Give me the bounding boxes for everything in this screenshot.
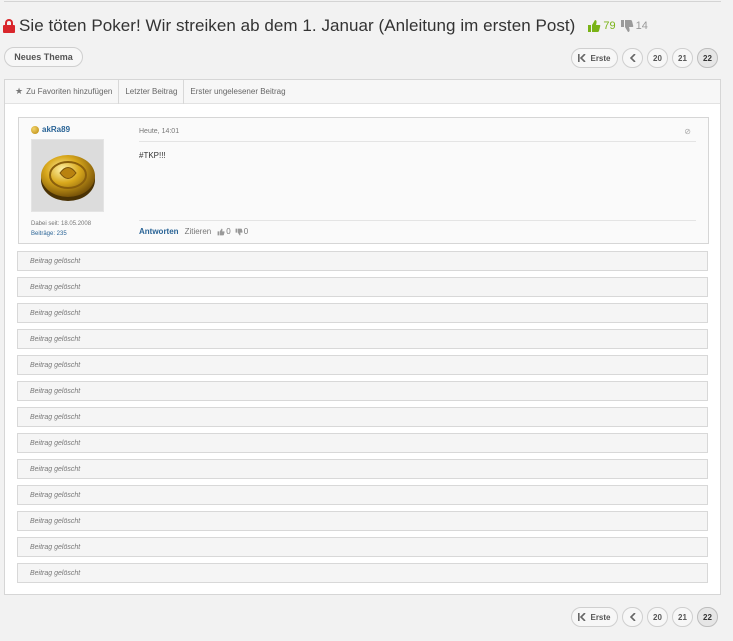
page-21-button[interactable]: 21 <box>672 48 693 68</box>
pagination-bottom: Erste 20 21 22 <box>571 607 718 627</box>
page-20-button[interactable]: 20 <box>647 607 668 627</box>
post-options-icon[interactable]: ⊘ <box>684 127 691 136</box>
quote-button[interactable]: Zitieren <box>185 227 212 236</box>
deleted-post: Beitrag gelöscht <box>17 355 708 375</box>
post-author[interactable]: akRa89 <box>31 125 70 134</box>
member-post-count[interactable]: Beiträge: 235 <box>31 229 91 239</box>
post-like-button[interactable]: 0 <box>217 227 231 236</box>
page-22-button[interactable]: 22 <box>697 607 718 627</box>
thumbs-up-icon <box>588 20 601 32</box>
deleted-post: Beitrag gelöscht <box>17 433 708 453</box>
thumbs-down-icon <box>235 228 243 235</box>
add-favorite-label: Zu Favoriten hinzufügen <box>26 87 113 96</box>
first-page-label: Erste <box>590 53 611 63</box>
chevron-left-icon <box>629 613 636 621</box>
first-unread-link[interactable]: Erster ungelesener Beitrag <box>190 80 291 104</box>
lock-icon <box>3 19 15 33</box>
thread-panel: ★ Zu Favoriten hinzufügen Letzter Beitra… <box>4 79 721 595</box>
deleted-post: Beitrag gelöscht <box>17 329 708 349</box>
star-icon: ★ <box>15 86 24 96</box>
thread-title: Sie töten Poker! Wir streiken ab dem 1. … <box>19 16 576 35</box>
author-name: akRa89 <box>42 125 71 134</box>
last-post-link[interactable]: Letzter Beitrag <box>125 79 185 104</box>
new-thread-button[interactable]: Neues Thema <box>4 47 83 67</box>
thread-votes: 79 14 <box>587 19 648 33</box>
poker-chip-avatar-icon <box>40 154 95 201</box>
deleted-post: Beitrag gelöscht <box>17 407 708 427</box>
deleted-post: Beitrag gelöscht <box>17 459 708 479</box>
page-20-button[interactable]: 20 <box>647 48 668 68</box>
thread-dislike-button[interactable]: 14 <box>620 19 648 33</box>
page-22-button[interactable]: 22 <box>697 48 718 68</box>
post-date: Heute, 14:01 <box>139 128 180 135</box>
add-favorite-link[interactable]: ★ Zu Favoriten hinzufügen <box>15 79 120 104</box>
thread-dislike-count: 14 <box>635 20 648 32</box>
first-page-icon <box>578 613 587 621</box>
deleted-post: Beitrag gelöscht <box>17 537 708 557</box>
reply-button[interactable]: Antworten <box>139 227 179 236</box>
post-footer-divider <box>139 220 696 221</box>
top-divider <box>4 1 721 2</box>
post-header-divider <box>139 141 696 142</box>
member-since: Dabei seit: 18.05.2008 <box>31 221 92 227</box>
deleted-post: Beitrag gelöscht <box>17 485 708 505</box>
rank-icon <box>31 125 39 134</box>
post-dislike-button[interactable]: 0 <box>235 227 248 236</box>
chevron-left-icon <box>629 54 636 62</box>
deleted-post: Beitrag gelöscht <box>17 563 708 583</box>
first-page-button[interactable]: Erste <box>571 48 618 68</box>
thumbs-up-icon <box>217 228 225 235</box>
deleted-post: Beitrag gelöscht <box>17 303 708 323</box>
post-like-count: 0 <box>226 227 231 236</box>
first-page-icon <box>578 54 587 62</box>
post: akRa89 Dabei seit: 18.05.2008 Beiträge: <box>18 117 709 244</box>
thumbs-down-icon <box>620 20 633 32</box>
first-page-button[interactable]: Erste <box>571 607 618 627</box>
deleted-post: Beitrag gelöscht <box>17 277 708 297</box>
post-body: #TKP!!! <box>139 151 166 160</box>
deleted-post: Beitrag gelöscht <box>17 381 708 401</box>
previous-page-button[interactable] <box>622 607 643 627</box>
pagination-top: Erste 20 21 22 <box>571 48 718 68</box>
post-dislike-count: 0 <box>243 227 249 236</box>
deleted-post: Beitrag gelöscht <box>17 251 708 271</box>
previous-page-button[interactable] <box>622 48 643 68</box>
thread-like-button[interactable]: 79 <box>587 19 616 33</box>
member-info: Dabei seit: 18.05.2008 Beiträge: 235 <box>31 219 91 239</box>
thread-header: Sie töten Poker! Wir streiken ab dem 1. … <box>3 14 723 38</box>
thread-like-count: 79 <box>603 20 616 32</box>
thread-toolbar: ★ Zu Favoriten hinzufügen Letzter Beitra… <box>5 79 720 104</box>
first-page-label: Erste <box>590 612 611 622</box>
avatar[interactable] <box>31 139 104 212</box>
deleted-post: Beitrag gelöscht <box>17 511 708 531</box>
page-21-button[interactable]: 21 <box>672 607 693 627</box>
post-actions: Antworten Zitieren 0 0 <box>139 227 252 236</box>
